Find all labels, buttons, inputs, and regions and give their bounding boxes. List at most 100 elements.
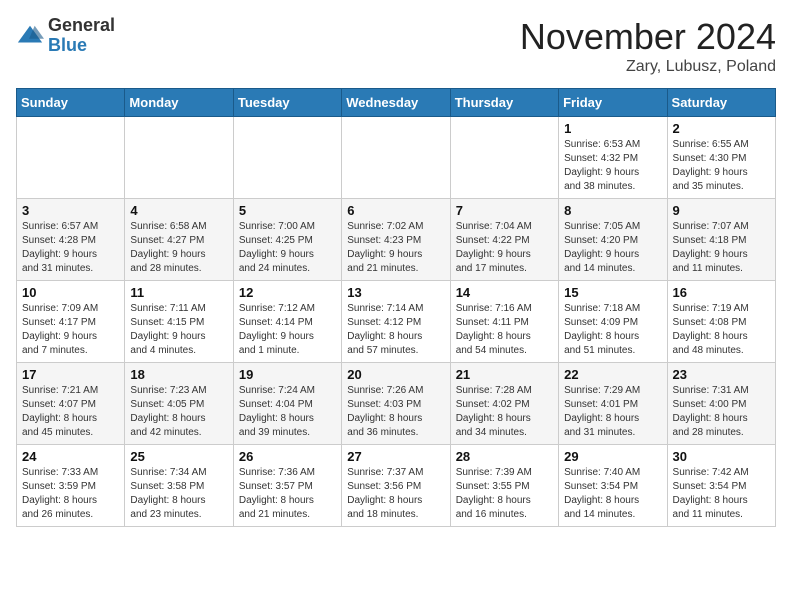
cell-2-0: 10 Sunrise: 7:09 AM Sunset: 4:17 PM Dayli…: [17, 281, 125, 363]
day-info-19: Sunrise: 7:24 AM Sunset: 4:04 PM Dayligh…: [239, 384, 336, 440]
day-info-22: Sunrise: 7:29 AM Sunset: 4:01 PM Dayligh…: [564, 384, 661, 440]
day-info-16: Sunrise: 7:19 AM Sunset: 4:08 PM Dayligh…: [673, 302, 770, 358]
cell-1-3: 6Sunrise: 7:02 AM Sunset: 4:23 PM Daylig…: [342, 199, 450, 281]
cell-0-2: [233, 117, 341, 199]
week-row-3: 17 Sunrise: 7:21 AM Sunset: 4:07 PM Dayli…: [17, 363, 776, 445]
logo: General Blue: [16, 16, 115, 56]
weekday-thursday: Thursday: [450, 89, 558, 117]
day-info-21: Sunrise: 7:28 AM Sunset: 4:02 PM Dayligh…: [456, 384, 553, 440]
day-info-24: Sunrise: 7:33 AM Sunset: 3:59 PM Dayligh…: [22, 466, 119, 522]
day-number-27: 27: [347, 449, 444, 464]
day-number-23: 23: [673, 367, 770, 382]
cell-1-2: 5 Sunrise: 7:00 AM Sunset: 4:25 PM Daylig…: [233, 199, 341, 281]
day-number-29: 29: [564, 449, 661, 464]
cell-2-6: 16 Sunrise: 7:19 AM Sunset: 4:08 PM Dayli…: [667, 281, 775, 363]
day-info-25: Sunrise: 7:34 AM Sunset: 3:58 PM Dayligh…: [130, 466, 227, 522]
cell-0-3: [342, 117, 450, 199]
week-row-2: 10 Sunrise: 7:09 AM Sunset: 4:17 PM Dayli…: [17, 281, 776, 363]
day-info-17: Sunrise: 7:21 AM Sunset: 4:07 PM Dayligh…: [22, 384, 119, 440]
week-row-0: 1 Sunrise: 6:53 AM Sunset: 4:32 PM Daylig…: [17, 117, 776, 199]
weekday-friday: Friday: [559, 89, 667, 117]
day-number-15: 15: [564, 285, 661, 300]
week-row-1: 3Sunrise: 6:57 AM Sunset: 4:28 PM Daylig…: [17, 199, 776, 281]
cell-2-3: 13 Sunrise: 7:14 AM Sunset: 4:12 PM Dayli…: [342, 281, 450, 363]
day-number-20: 20: [347, 367, 444, 382]
day-number-18: 18: [130, 367, 227, 382]
day-info-20: Sunrise: 7:26 AM Sunset: 4:03 PM Dayligh…: [347, 384, 444, 440]
cell-2-4: 14Sunrise: 7:16 AM Sunset: 4:11 PM Dayli…: [450, 281, 558, 363]
day-number-25: 25: [130, 449, 227, 464]
location: Zary, Lubusz, Poland: [520, 58, 776, 76]
cell-3-5: 22 Sunrise: 7:29 AM Sunset: 4:01 PM Dayli…: [559, 363, 667, 445]
weekday-wednesday: Wednesday: [342, 89, 450, 117]
cell-4-3: 27Sunrise: 7:37 AM Sunset: 3:56 PM Dayli…: [342, 445, 450, 527]
cell-1-1: 4Sunrise: 6:58 AM Sunset: 4:27 PM Daylig…: [125, 199, 233, 281]
day-number-17: 17: [22, 367, 119, 382]
day-info-9: Sunrise: 7:07 AM Sunset: 4:18 PM Dayligh…: [673, 220, 770, 276]
day-info-12: Sunrise: 7:12 AM Sunset: 4:14 PM Dayligh…: [239, 302, 336, 358]
day-number-11: 11: [130, 285, 227, 300]
weekday-saturday: Saturday: [667, 89, 775, 117]
logo-icon: [16, 22, 44, 50]
day-info-1: Sunrise: 6:53 AM Sunset: 4:32 PM Dayligh…: [564, 138, 661, 194]
weekday-monday: Monday: [125, 89, 233, 117]
day-number-3: 3: [22, 203, 119, 218]
cell-0-0: [17, 117, 125, 199]
cell-4-2: 26 Sunrise: 7:36 AM Sunset: 3:57 PM Dayli…: [233, 445, 341, 527]
day-info-11: Sunrise: 7:11 AM Sunset: 4:15 PM Dayligh…: [130, 302, 227, 358]
calendar-table: SundayMondayTuesdayWednesdayThursdayFrid…: [16, 88, 776, 527]
day-number-10: 10: [22, 285, 119, 300]
day-info-6: Sunrise: 7:02 AM Sunset: 4:23 PM Dayligh…: [347, 220, 444, 276]
cell-1-6: 9Sunrise: 7:07 AM Sunset: 4:18 PM Daylig…: [667, 199, 775, 281]
day-info-8: Sunrise: 7:05 AM Sunset: 4:20 PM Dayligh…: [564, 220, 661, 276]
day-info-7: Sunrise: 7:04 AM Sunset: 4:22 PM Dayligh…: [456, 220, 553, 276]
day-number-1: 1: [564, 121, 661, 136]
weekday-row: SundayMondayTuesdayWednesdayThursdayFrid…: [17, 89, 776, 117]
cell-0-6: 2 Sunrise: 6:55 AM Sunset: 4:30 PM Daylig…: [667, 117, 775, 199]
day-number-21: 21: [456, 367, 553, 382]
cell-0-4: [450, 117, 558, 199]
calendar-header: SundayMondayTuesdayWednesdayThursdayFrid…: [17, 89, 776, 117]
day-number-30: 30: [673, 449, 770, 464]
cell-4-6: 30 Sunrise: 7:42 AM Sunset: 3:54 PM Dayli…: [667, 445, 775, 527]
cell-4-0: 24 Sunrise: 7:33 AM Sunset: 3:59 PM Dayli…: [17, 445, 125, 527]
day-number-5: 5: [239, 203, 336, 218]
cell-3-1: 18Sunrise: 7:23 AM Sunset: 4:05 PM Dayli…: [125, 363, 233, 445]
day-info-5: Sunrise: 7:00 AM Sunset: 4:25 PM Dayligh…: [239, 220, 336, 276]
day-info-30: Sunrise: 7:42 AM Sunset: 3:54 PM Dayligh…: [673, 466, 770, 522]
day-info-26: Sunrise: 7:36 AM Sunset: 3:57 PM Dayligh…: [239, 466, 336, 522]
day-number-24: 24: [22, 449, 119, 464]
weekday-sunday: Sunday: [17, 89, 125, 117]
day-number-7: 7: [456, 203, 553, 218]
cell-2-1: 11 Sunrise: 7:11 AM Sunset: 4:15 PM Dayli…: [125, 281, 233, 363]
cell-3-0: 17 Sunrise: 7:21 AM Sunset: 4:07 PM Dayli…: [17, 363, 125, 445]
cell-4-4: 28 Sunrise: 7:39 AM Sunset: 3:55 PM Dayli…: [450, 445, 558, 527]
day-number-26: 26: [239, 449, 336, 464]
weekday-tuesday: Tuesday: [233, 89, 341, 117]
cell-1-5: 8 Sunrise: 7:05 AM Sunset: 4:20 PM Daylig…: [559, 199, 667, 281]
day-info-23: Sunrise: 7:31 AM Sunset: 4:00 PM Dayligh…: [673, 384, 770, 440]
cell-2-5: 15 Sunrise: 7:18 AM Sunset: 4:09 PM Dayli…: [559, 281, 667, 363]
cell-3-3: 20 Sunrise: 7:26 AM Sunset: 4:03 PM Dayli…: [342, 363, 450, 445]
day-info-28: Sunrise: 7:39 AM Sunset: 3:55 PM Dayligh…: [456, 466, 553, 522]
day-number-13: 13: [347, 285, 444, 300]
day-number-14: 14: [456, 285, 553, 300]
day-info-13: Sunrise: 7:14 AM Sunset: 4:12 PM Dayligh…: [347, 302, 444, 358]
cell-3-4: 21 Sunrise: 7:28 AM Sunset: 4:02 PM Dayli…: [450, 363, 558, 445]
day-info-10: Sunrise: 7:09 AM Sunset: 4:17 PM Dayligh…: [22, 302, 119, 358]
day-info-4: Sunrise: 6:58 AM Sunset: 4:27 PM Dayligh…: [130, 220, 227, 276]
title-block: November 2024 Zary, Lubusz, Poland: [520, 16, 776, 76]
day-number-19: 19: [239, 367, 336, 382]
day-info-2: Sunrise: 6:55 AM Sunset: 4:30 PM Dayligh…: [673, 138, 770, 194]
day-number-28: 28: [456, 449, 553, 464]
day-number-22: 22: [564, 367, 661, 382]
week-row-4: 24 Sunrise: 7:33 AM Sunset: 3:59 PM Dayli…: [17, 445, 776, 527]
cell-3-2: 19 Sunrise: 7:24 AM Sunset: 4:04 PM Dayli…: [233, 363, 341, 445]
day-number-8: 8: [564, 203, 661, 218]
day-number-16: 16: [673, 285, 770, 300]
calendar-body: 1 Sunrise: 6:53 AM Sunset: 4:32 PM Daylig…: [17, 117, 776, 527]
day-number-2: 2: [673, 121, 770, 136]
day-info-29: Sunrise: 7:40 AM Sunset: 3:54 PM Dayligh…: [564, 466, 661, 522]
cell-1-0: 3Sunrise: 6:57 AM Sunset: 4:28 PM Daylig…: [17, 199, 125, 281]
day-info-15: Sunrise: 7:18 AM Sunset: 4:09 PM Dayligh…: [564, 302, 661, 358]
